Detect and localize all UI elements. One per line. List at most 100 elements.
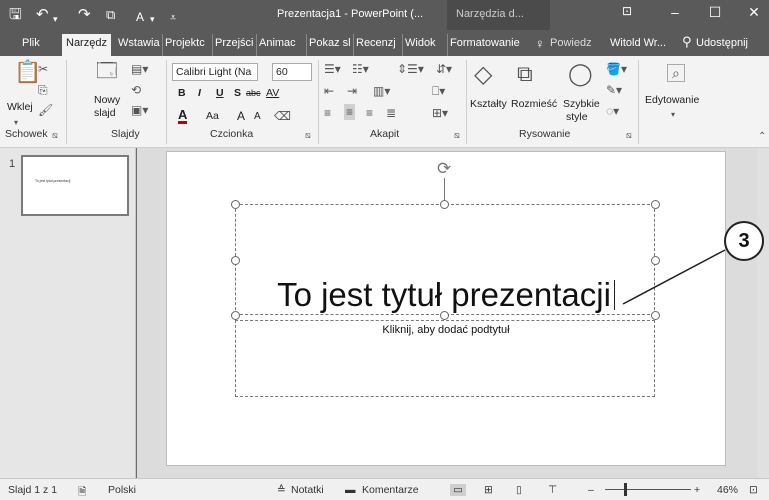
vertical-scrollbar[interactable] — [757, 148, 769, 478]
ribbon-display-options-icon[interactable]: ⊡ — [612, 4, 642, 18]
editing-dropdown-icon[interactable]: ▾ — [671, 108, 675, 122]
shrink-font-button[interactable]: A — [254, 111, 261, 123]
slide-canvas[interactable]: ⟳ To jest tytuł prezentacji Kliknij, aby… — [166, 151, 726, 466]
new-slide-label-1[interactable]: Nowy — [94, 94, 120, 106]
bold-button[interactable]: B — [178, 87, 186, 99]
normal-view-icon[interactable]: ▭ — [450, 484, 466, 496]
section-icon[interactable]: ▣▾ — [131, 103, 148, 117]
fit-to-window-icon[interactable]: ⊡ — [749, 484, 758, 496]
subtitle-placeholder[interactable]: Kliknij, aby dodać podtytuł — [235, 320, 655, 397]
slide-title-text[interactable]: To jest tytuł prezentacji — [236, 277, 656, 313]
shape-fill-icon[interactable]: 🪣▾ — [606, 62, 627, 76]
zoom-level[interactable]: 46% — [717, 484, 738, 496]
bullets-icon[interactable]: ☰▾ — [324, 62, 341, 76]
reading-view-icon[interactable]: ▯ — [516, 484, 522, 496]
quick-styles-icon[interactable]: ◯ — [568, 62, 593, 86]
align-text-icon[interactable]: ⎕▾ — [432, 84, 445, 98]
undo-icon[interactable]: ↶ — [36, 6, 49, 24]
paste-label[interactable]: Wklej — [7, 101, 33, 113]
tab-transitions[interactable]: Przejści — [212, 34, 256, 56]
underline-button[interactable]: U — [216, 87, 224, 99]
notes-icon[interactable]: ≙ — [277, 484, 286, 496]
redo-icon[interactable]: ↷ — [78, 6, 91, 24]
resize-handle[interactable] — [440, 200, 449, 209]
comments-button[interactable]: Komentarze — [362, 484, 419, 496]
align-center-icon[interactable]: ≡ — [344, 104, 356, 120]
quick-styles-label-1[interactable]: Szybkie — [563, 98, 600, 110]
shapes-label[interactable]: Kształty — [470, 98, 507, 110]
change-case-button[interactable]: Aa — [206, 110, 219, 122]
resize-handle[interactable] — [651, 256, 660, 265]
font-color-quick-button[interactable]: A — [136, 8, 144, 26]
comments-icon[interactable]: ▬ — [345, 484, 356, 496]
tab-design[interactable]: Projektc — [162, 34, 208, 56]
collapse-ribbon-icon[interactable]: ⌃ — [758, 130, 766, 144]
align-right-icon[interactable]: ≡ — [366, 106, 373, 120]
tab-home[interactable]: Narzędz — [62, 34, 111, 56]
save-icon[interactable]: 🖫 — [9, 6, 22, 24]
italic-button[interactable]: I — [198, 87, 201, 99]
tab-animations[interactable]: Animac — [256, 34, 304, 56]
font-color-dropdown-icon[interactable]: ▾ — [150, 10, 155, 28]
font-size-combo[interactable]: 60 — [272, 63, 312, 81]
clear-formatting-icon[interactable]: ⌫ — [274, 109, 291, 123]
close-button[interactable]: ✕ — [739, 4, 769, 21]
tab-slideshow[interactable]: Pokaz sl — [306, 34, 351, 56]
justify-icon[interactable]: ≣ — [386, 106, 396, 120]
minimize-button[interactable]: – — [660, 4, 690, 20]
drawing-launcher-icon[interactable]: ⧅ — [626, 130, 632, 141]
copy-icon[interactable]: ⎘ — [38, 83, 48, 97]
line-spacing-icon[interactable]: ⇕☰▾ — [397, 62, 424, 76]
resize-handle[interactable] — [231, 311, 240, 320]
tab-review[interactable]: Recenzj — [353, 34, 401, 56]
share-person-icon[interactable]: ⚲ — [680, 33, 692, 55]
customize-qat-icon[interactable]: ⩡ — [170, 9, 176, 27]
format-painter-icon[interactable]: 🖌 — [38, 103, 53, 117]
new-slide-icon[interactable]: 🗔 — [96, 60, 118, 82]
zoom-slider-thumb[interactable] — [624, 483, 627, 496]
zoom-out-button[interactable]: – — [588, 484, 594, 496]
tab-view[interactable]: Widok — [402, 34, 447, 56]
maximize-button[interactable]: ☐ — [700, 4, 730, 21]
slide-thumbnail[interactable]: To jest tytuł prezentacji — [21, 155, 129, 216]
increase-indent-icon[interactable]: ⇥ — [347, 84, 357, 98]
smartart-icon[interactable]: ⊞▾ — [432, 106, 448, 120]
layout-icon[interactable]: ▤▾ — [131, 62, 148, 76]
grow-font-button[interactable]: A — [237, 110, 245, 122]
share-button[interactable]: Udostępnij — [694, 34, 748, 56]
tell-me-search[interactable]: Powiedz — [548, 34, 592, 56]
slide-sorter-icon[interactable]: ⊞ — [484, 484, 493, 496]
decrease-indent-icon[interactable]: ⇤ — [324, 84, 334, 98]
align-left-icon[interactable]: ≡ — [324, 106, 331, 120]
shape-effects-icon[interactable]: ◌▾ — [606, 104, 619, 118]
strikethrough-button[interactable]: abc — [246, 87, 261, 99]
tab-file[interactable]: Plik — [20, 34, 40, 56]
zoom-in-button[interactable]: + — [694, 484, 700, 496]
resize-handle[interactable] — [651, 200, 660, 209]
spelling-icon[interactable]: 🗎 — [78, 484, 86, 500]
clipboard-launcher-icon[interactable]: ⧅ — [52, 130, 58, 141]
rotate-handle-icon[interactable]: ⟳ — [437, 159, 451, 179]
zoom-slider[interactable] — [605, 489, 691, 490]
user-account[interactable]: Witold Wr... — [608, 34, 666, 56]
paragraph-launcher-icon[interactable]: ⧅ — [454, 130, 460, 141]
cut-icon[interactable]: ✂ — [38, 62, 48, 76]
resize-handle[interactable] — [231, 256, 240, 265]
tab-insert[interactable]: Wstawia — [116, 34, 160, 56]
resize-handle[interactable] — [651, 311, 660, 320]
shapes-icon[interactable]: ◇ — [474, 62, 492, 88]
shadow-button[interactable]: S — [234, 87, 241, 99]
language-indicator[interactable]: Polski — [108, 484, 136, 496]
font-launcher-icon[interactable]: ⧅ — [305, 130, 311, 141]
presentation-start-icon[interactable]: ⧉ — [106, 6, 115, 24]
font-color-button[interactable]: A — [178, 108, 188, 124]
font-name-combo[interactable]: Calibri Light (Na — [172, 63, 258, 81]
arrange-label[interactable]: Rozmieść — [511, 98, 557, 110]
undo-dropdown-icon[interactable]: ▾ — [53, 10, 58, 28]
editing-label[interactable]: Edytowanie — [645, 94, 699, 106]
resize-handle[interactable] — [440, 311, 449, 320]
title-placeholder[interactable]: To jest tytuł prezentacji — [235, 204, 655, 315]
numbering-icon[interactable]: ☷▾ — [352, 62, 369, 76]
slideshow-icon[interactable]: ⊤ — [548, 484, 557, 496]
char-spacing-button[interactable]: AV — [266, 87, 279, 99]
